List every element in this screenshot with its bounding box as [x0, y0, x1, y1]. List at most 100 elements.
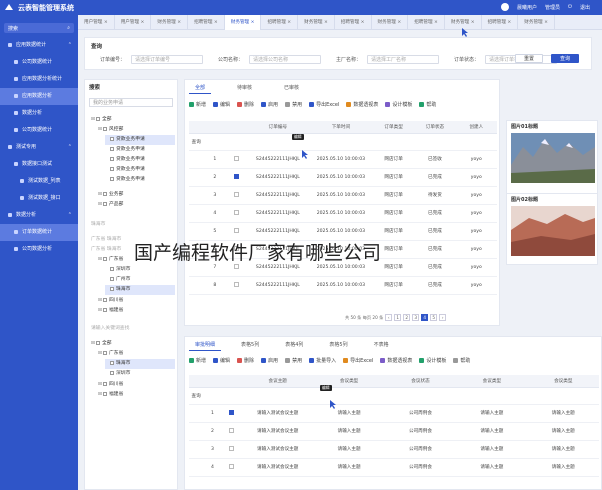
- tab[interactable]: 全部: [189, 83, 212, 94]
- sidebar-item[interactable]: 公司数据分析: [0, 241, 78, 258]
- table-row[interactable]: 1 请输入测试会议主题 请输入主题 公司周例会 请输入主题 请输入主题: [189, 404, 599, 423]
- toolbar-button[interactable]: 禁用: [285, 101, 302, 108]
- nav-tab[interactable]: 财务管理 ×: [224, 14, 262, 30]
- table-row[interactable]: 1 S2445222111JHKJL 2025.05.10 10:00:03 网店订单…: [189, 150, 497, 169]
- page-button[interactable]: 1: [394, 314, 402, 321]
- query-select[interactable]: 请选择公司名称: [249, 55, 321, 64]
- tree-node[interactable]: 贷款业务申请: [105, 155, 175, 165]
- tree-node[interactable]: ⊟ 福建省: [98, 306, 175, 316]
- sidebar-item[interactable]: 数据接口测试: [0, 156, 78, 173]
- tree-node[interactable]: ⊟ 产品部: [98, 200, 175, 210]
- sidebar-item[interactable]: 数据分析: [0, 105, 78, 122]
- tab[interactable]: 审批明细: [189, 340, 222, 351]
- tree-node[interactable]: ⊟ 四川省: [98, 380, 175, 390]
- checkbox[interactable]: [96, 116, 100, 121]
- sidebar-item[interactable]: 订单数据统计: [0, 224, 78, 241]
- nav-tab[interactable]: 财务管理 ×: [298, 14, 335, 30]
- chevron-up-icon[interactable]: ⌃: [68, 207, 72, 224]
- tree-node[interactable]: ⊟ 全部: [91, 339, 175, 349]
- toolbar-button[interactable]: 数据透视表: [346, 101, 378, 108]
- avatar[interactable]: [500, 3, 509, 11]
- checkbox[interactable]: [103, 381, 107, 386]
- filter-cell[interactable]: [308, 133, 373, 151]
- chevron-up-icon[interactable]: ⌃: [68, 139, 72, 156]
- sidebar-search[interactable]: 搜索 ⌕: [4, 23, 74, 33]
- tree-node[interactable]: ⊟ 四川省: [98, 296, 175, 306]
- table-row[interactable]: 4 请输入测试会议主题 请输入主题 公司周例会 请输入主题 请输入主题: [189, 458, 599, 477]
- checkbox[interactable]: [103, 297, 107, 302]
- tab[interactable]: 待审核: [231, 83, 258, 94]
- toolbar-button[interactable]: 新增: [189, 357, 206, 364]
- tree-node[interactable]: 珠海市: [105, 285, 175, 295]
- checkbox[interactable]: [110, 360, 114, 365]
- checkbox[interactable]: [110, 370, 114, 375]
- tree-search-input[interactable]: 我的业务申请: [89, 98, 173, 107]
- toolbar-button[interactable]: 导出Excel: [343, 357, 373, 364]
- row-checkbox[interactable]: [229, 463, 235, 469]
- user-role[interactable]: 管理员: [545, 4, 560, 11]
- toolbar-button[interactable]: 帮助: [419, 101, 436, 108]
- logout-icon[interactable]: ⏻: [568, 4, 572, 10]
- nav-tab[interactable]: 财务管理 ×: [372, 14, 409, 30]
- checkbox[interactable]: [103, 126, 107, 131]
- page-button[interactable]: 2: [403, 314, 411, 321]
- tree-node[interactable]: 广州市: [105, 275, 175, 285]
- sidebar-item[interactable]: 数据分析 ⌃: [0, 207, 78, 224]
- filter-cell[interactable]: [203, 387, 222, 405]
- sidebar-item[interactable]: 公司数据统计: [0, 122, 78, 139]
- filter-cell[interactable]: [455, 133, 497, 151]
- logout-button[interactable]: 退出: [580, 4, 590, 11]
- checkbox[interactable]: [110, 176, 114, 181]
- tree-node[interactable]: 贷款业务申请: [105, 145, 175, 155]
- nav-tab[interactable]: 财务管理 ×: [151, 14, 189, 30]
- tree-node[interactable]: 珠海市: [91, 220, 175, 230]
- checkbox[interactable]: [110, 276, 114, 281]
- checkbox[interactable]: [110, 286, 114, 291]
- filter-cell[interactable]: [242, 387, 314, 405]
- table-row[interactable]: 4 S2445222111JHKJL 2025.05.10 10:00:03 网店订单…: [189, 204, 497, 223]
- filter-cell[interactable]: [221, 387, 242, 405]
- nav-tab[interactable]: 招聘管理 ×: [408, 14, 445, 30]
- page-button[interactable]: 3: [412, 314, 420, 321]
- toolbar-button[interactable]: 帮助: [453, 357, 470, 364]
- checkbox[interactable]: [103, 191, 107, 196]
- tree-node[interactable]: ⊟ 业务部: [98, 190, 175, 200]
- query-select[interactable]: 请选择工厂名称: [367, 55, 439, 64]
- checkbox[interactable]: [110, 136, 114, 141]
- search-button[interactable]: 查询: [550, 54, 579, 63]
- checkbox[interactable]: [103, 350, 107, 355]
- row-checkbox[interactable]: [234, 155, 240, 161]
- tab[interactable]: 已审核: [278, 83, 305, 94]
- tree-node[interactable]: 贷款业务申请: [105, 165, 175, 175]
- chevron-up-icon[interactable]: ⌃: [68, 37, 72, 54]
- sidebar-item[interactable]: 测试数据_列表: [0, 173, 78, 190]
- tree-node[interactable]: ⊟ 福建省: [98, 390, 175, 400]
- table-row[interactable]: 3 请输入测试会议主题 请输入主题 公司周例会 请输入主题 请输入主题: [189, 440, 599, 459]
- filter-cell[interactable]: [372, 133, 415, 151]
- toolbar-button[interactable]: 数据透视表: [380, 357, 412, 364]
- filter-cell[interactable]: [203, 133, 227, 151]
- toolbar-button[interactable]: 删除: [237, 357, 254, 364]
- sidebar-item[interactable]: 应用数据统计 ⌃: [0, 37, 78, 54]
- tab[interactable]: 表格5列: [235, 340, 265, 351]
- row-checkbox[interactable]: [234, 209, 240, 215]
- sidebar-item[interactable]: 公司数据统计: [0, 54, 78, 71]
- toolbar-button[interactable]: 删除: [237, 101, 254, 108]
- row-checkbox[interactable]: [234, 173, 240, 179]
- tree-node[interactable]: ⊟ 广东省: [98, 349, 175, 359]
- filter-cell[interactable]: [414, 133, 456, 151]
- toolbar-button[interactable]: 批量导入: [309, 357, 336, 364]
- filter-cell[interactable]: [226, 133, 247, 151]
- pager-next-button[interactable]: ›: [439, 314, 447, 321]
- tree-node[interactable]: 请输入关键词查找: [91, 324, 175, 334]
- filter-cell[interactable]: [527, 387, 599, 405]
- row-checkbox[interactable]: [234, 281, 240, 287]
- nav-tab[interactable]: 招聘管理 ×: [482, 14, 519, 30]
- toolbar-button[interactable]: 启用: [261, 101, 278, 108]
- query-select[interactable]: 请选择订单编号: [131, 55, 203, 64]
- checkbox[interactable]: [96, 340, 100, 345]
- filter-cell[interactable]: [384, 387, 457, 405]
- toolbar-button[interactable]: 编辑: [213, 357, 230, 364]
- table-row[interactable]: 8 S2445222111JHKJL 2025.05.10 10:00:03 网店订单…: [189, 276, 497, 295]
- nav-tab[interactable]: 用户管理 ×: [78, 14, 115, 30]
